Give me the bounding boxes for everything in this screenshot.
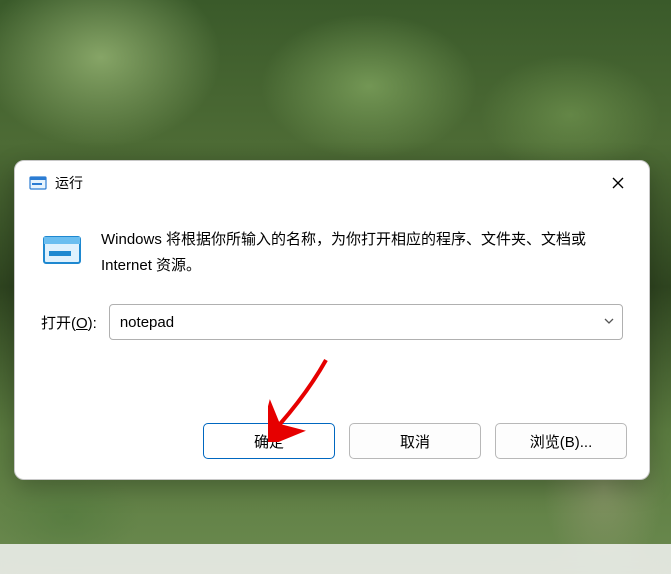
close-button[interactable] bbox=[595, 167, 641, 199]
ok-button[interactable]: 确定 bbox=[203, 423, 335, 459]
button-row: 确定 取消 浏览(B)... bbox=[15, 409, 649, 479]
open-label: 打开(O): bbox=[41, 312, 97, 333]
browse-button[interactable]: 浏览(B)... bbox=[495, 423, 627, 459]
description-row: Windows 将根据你所输入的名称，为你打开相应的程序、文件夹、文档或 Int… bbox=[41, 227, 623, 278]
close-icon bbox=[612, 177, 624, 189]
titlebar[interactable]: 运行 bbox=[15, 161, 649, 205]
description-text: Windows 将根据你所输入的名称，为你打开相应的程序、文件夹、文档或 Int… bbox=[101, 227, 623, 278]
dialog-content: Windows 将根据你所输入的名称，为你打开相应的程序、文件夹、文档或 Int… bbox=[15, 205, 649, 409]
open-input[interactable] bbox=[109, 304, 623, 340]
cancel-button[interactable]: 取消 bbox=[349, 423, 481, 459]
open-combobox[interactable] bbox=[109, 304, 623, 340]
open-row: 打开(O): bbox=[41, 304, 623, 340]
run-large-icon bbox=[41, 229, 83, 271]
run-dialog: 运行 Windows 将根据你所输入的名称，为你打开相应的程序、文件夹、文档或 … bbox=[14, 160, 650, 480]
dialog-title: 运行 bbox=[55, 173, 595, 193]
run-icon bbox=[29, 174, 47, 192]
taskbar bbox=[0, 544, 671, 574]
